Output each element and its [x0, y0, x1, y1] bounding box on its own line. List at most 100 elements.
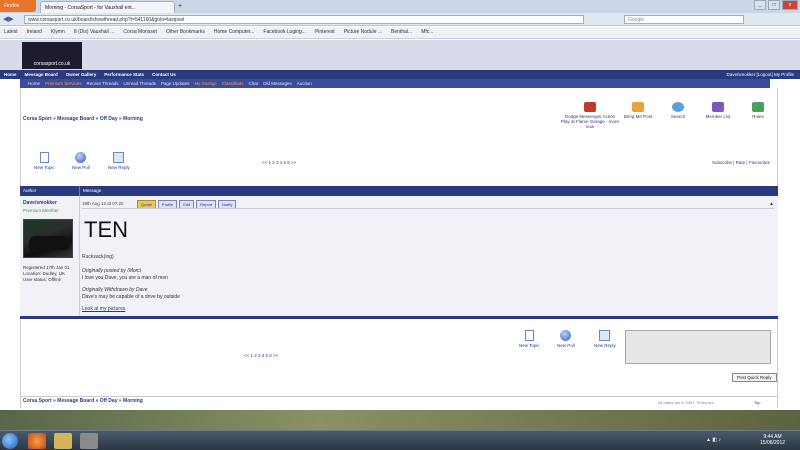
system-clock[interactable]: 9:44 AM 15/08/2012 — [760, 434, 785, 446]
search-input[interactable]: Google — [624, 15, 744, 24]
post-quick-reply-button[interactable]: Post Quick Reply — [732, 373, 777, 382]
bring-icon — [632, 102, 644, 112]
bookmark[interactable]: Mfc... — [421, 29, 433, 36]
subnav-item[interactable]: Recent Threads — [87, 81, 119, 86]
bookmark[interactable]: Ireland — [27, 29, 42, 36]
browser-tab[interactable]: Morning - CorsaSport - for Vauxhall ent.… — [40, 1, 175, 13]
new-poll-button-bottom[interactable]: New Poll — [557, 330, 575, 348]
members-icon — [712, 102, 724, 112]
column-divider — [79, 186, 80, 196]
topnav-message-board[interactable]: Message Board — [25, 72, 58, 77]
post-link[interactable]: Look at my pictures — [82, 306, 125, 312]
topnav-contact[interactable]: Contact Us — [152, 72, 176, 77]
subnav-item[interactable]: Chat — [248, 81, 258, 86]
explorer-taskbar-icon[interactable] — [54, 433, 72, 449]
bookmarks-bar: Latest Ireland Klymn 8 (Dis) Vauxhall ..… — [0, 27, 800, 39]
footer-top-link[interactable]: Top — [754, 400, 760, 405]
maximize-button[interactable]: □ — [768, 0, 780, 10]
bookmark[interactable]: Latest — [4, 29, 18, 36]
url-bar[interactable]: www.corsasport.co.uk/board/showthread.ph… — [24, 15, 584, 24]
system-tray-icons[interactable]: ▲ ◧ ♪ — [706, 437, 721, 443]
media-taskbar-icon[interactable] — [80, 433, 98, 449]
start-button[interactable] — [2, 433, 18, 449]
post-quote-header: Originally Withdrawn by Dave — [82, 287, 148, 293]
site-header — [0, 40, 800, 70]
breadcrumb[interactable]: Corsa Sport » Message Board » Off Day » … — [23, 116, 143, 122]
topnav-owner-gallery[interactable]: Owner Gallery — [66, 72, 97, 77]
close-button[interactable]: x — [782, 0, 798, 10]
author-column-header: Author — [23, 188, 37, 193]
quick-icon-label: Rules — [752, 114, 764, 119]
new-topic-button-bottom[interactable]: New Topic — [519, 330, 540, 348]
scroll-top-icon[interactable]: ▲ — [769, 201, 774, 207]
minimize-button[interactable]: _ — [754, 0, 766, 10]
search-icon — [672, 102, 684, 112]
subnav-item[interactable]: Premium Services — [45, 81, 82, 86]
message-column-header: Message — [83, 188, 102, 193]
sub-navigation: Home Premium Services Recent Threads Unr… — [20, 79, 770, 88]
action-label: New Reply — [108, 165, 130, 170]
quick-reply-textarea[interactable] — [625, 330, 771, 364]
bookmark[interactable]: Corsa Monsset — [123, 29, 157, 36]
user-info: Registered 17th Jan 01 Location: Dudley,… — [23, 265, 70, 283]
subnav-item[interactable]: Unread Threads — [123, 81, 155, 86]
clock-date: 15/08/2012 — [760, 440, 786, 446]
pagination-top[interactable]: << 1 2 3 4 5 6 >> — [262, 160, 296, 165]
bookmark[interactable]: Picture Nodule ... — [344, 29, 382, 36]
post-divider — [79, 196, 80, 316]
bookmark[interactable]: Pinterest — [315, 29, 335, 36]
new-tab-button[interactable]: + — [178, 3, 182, 10]
subnav-item[interactable]: Old Messages — [263, 81, 292, 86]
action-label: New Poll — [557, 343, 575, 348]
top-navigation: Home Message Board Owner Gallery Perform… — [0, 70, 800, 79]
new-reply-button-bottom[interactable]: New Reply — [594, 330, 616, 348]
browser-titlebar: Firefox Morning - CorsaSport - for Vauxh… — [0, 0, 800, 13]
bookmark[interactable]: 8 (Dis) Vauxhall ... — [74, 29, 114, 36]
back-forward-icon[interactable]: ◀▶ — [3, 15, 14, 23]
subnav-item[interactable]: Classifieds — [222, 81, 244, 86]
bookmark[interactable]: Klymn — [51, 29, 65, 36]
post-table-header: Author Message — [20, 186, 778, 196]
bookmark[interactable]: Home Computer... — [214, 29, 255, 36]
subnav-item[interactable]: Home — [28, 81, 40, 86]
user-info-line: User status: Offline — [23, 277, 62, 282]
new-reply-icon — [599, 330, 611, 341]
footer-breadcrumb[interactable]: Corsa Sport » Message Board » Off Day » … — [23, 398, 143, 404]
window-controls: _ □ x — [752, 0, 798, 10]
subnav-item[interactable]: My Garage — [194, 81, 216, 86]
new-poll-icon — [75, 152, 87, 163]
navigation-toolbar: ◀▶ www.corsasport.co.uk/board/showthread… — [0, 13, 800, 26]
quick-icon-rules[interactable]: Rules — [728, 102, 788, 119]
promo-icon — [584, 102, 596, 112]
post-quote-header: Originally posted by /Morci — [82, 268, 141, 274]
post-quote: Dave's may be capable of a drive by outs… — [82, 294, 180, 300]
post-author[interactable]: Dave/smokker — [23, 200, 57, 206]
bookmark[interactable]: Benthal... — [391, 29, 412, 36]
action-label: New Poll — [72, 165, 90, 170]
action-label: New Topic — [34, 165, 55, 170]
topnav-performance-stats[interactable]: Performance Stats — [104, 72, 144, 77]
action-label: New Topic — [519, 343, 540, 348]
bookmark[interactable]: Other Bookmarks — [166, 29, 205, 36]
subnav-item[interactable]: Page Updates — [161, 81, 190, 86]
pagination-bottom[interactable]: << 1 2 3 4 5 6 >> — [244, 353, 278, 358]
new-reply-button[interactable]: New Reply — [108, 152, 130, 170]
footer-note: All dates are in GMT. Times are — [658, 400, 714, 405]
car-image — [29, 236, 69, 250]
topnav-home[interactable]: Home — [4, 72, 17, 77]
bookmark[interactable]: Facebook Loging... — [263, 29, 306, 36]
user-links[interactable]: Dave/smokker [Logout] My Profile — [726, 72, 794, 77]
firefox-menu-button[interactable]: Firefox — [0, 0, 36, 12]
desktop-background — [0, 410, 800, 430]
post-separator — [82, 208, 774, 209]
firefox-taskbar-icon[interactable] — [28, 433, 46, 449]
new-poll-icon — [560, 330, 572, 341]
site-logo[interactable]: corsasport.co.uk — [22, 42, 82, 69]
new-poll-button[interactable]: New Poll — [72, 152, 90, 170]
subscribe-links[interactable]: Subscribe | Rate | Favourites — [712, 160, 770, 165]
post-big-text: TEN — [84, 217, 128, 242]
post-line: Rucksack(ing) — [82, 254, 114, 260]
new-topic-button[interactable]: New Topic — [34, 152, 55, 170]
avatar[interactable] — [23, 219, 73, 258]
subnav-item[interactable]: Auction — [297, 81, 312, 86]
